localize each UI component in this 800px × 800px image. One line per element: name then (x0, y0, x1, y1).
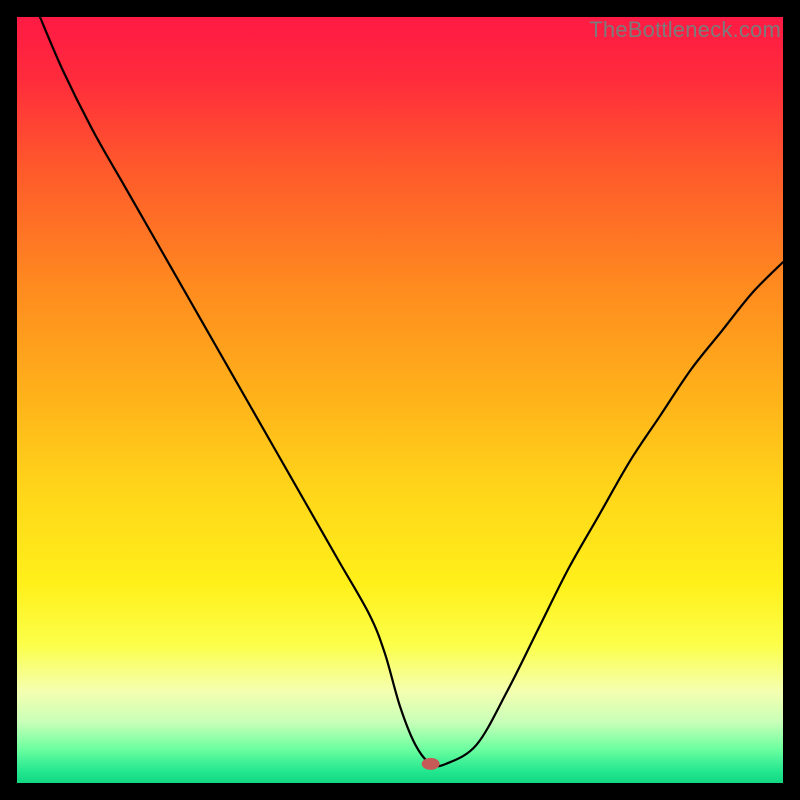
chart-svg (17, 17, 783, 783)
optimum-marker (422, 758, 440, 770)
chart-background (17, 17, 783, 783)
watermark-text: TheBottleneck.com (589, 17, 781, 43)
chart-frame: TheBottleneck.com (17, 17, 783, 783)
